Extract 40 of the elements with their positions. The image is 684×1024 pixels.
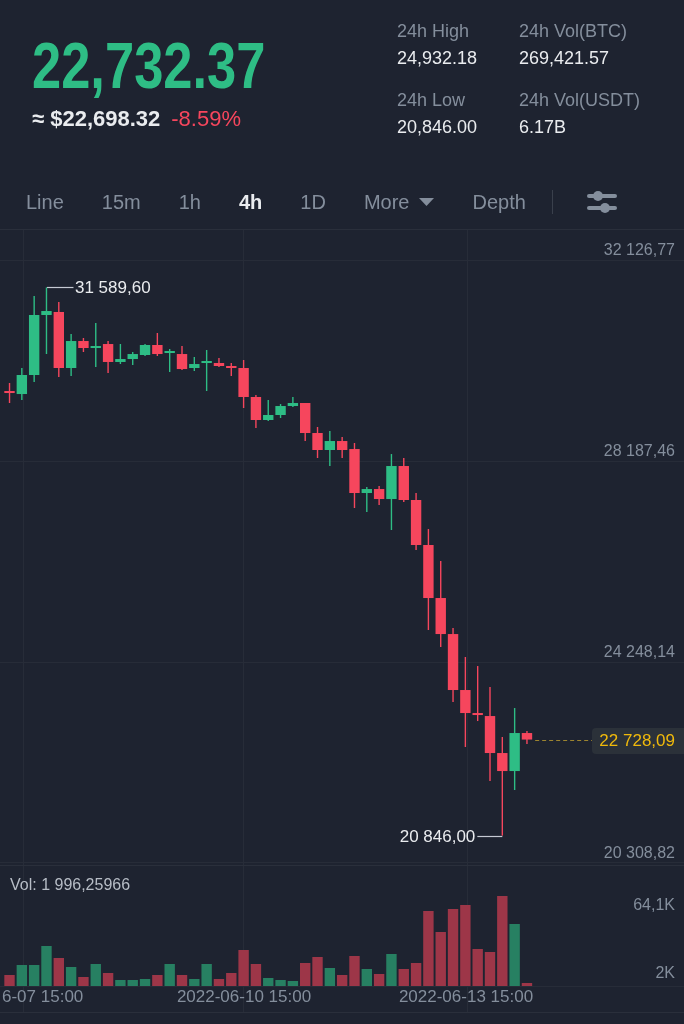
- interval-tab[interactable]: 15m: [101, 188, 141, 215]
- last-price-tag: 22 728,09: [592, 727, 684, 754]
- low-price-label: 20 846,00: [399, 826, 476, 847]
- last-price-line: [534, 739, 593, 742]
- time-axis-label: 2022-06-13 15:00: [398, 987, 534, 1007]
- price-axis-label: 28 187,46: [603, 441, 675, 461]
- more-menu-button[interactable]: More: [363, 188, 435, 215]
- interval-tab[interactable]: Depth: [472, 188, 526, 215]
- interval-tab[interactable]: Line: [26, 188, 64, 215]
- candlestick: [41, 286, 52, 355]
- price-axis-label: 20 308,82: [603, 843, 675, 863]
- price-change: -8.59%: [171, 105, 241, 133]
- sliders-icon[interactable]: [586, 188, 617, 215]
- stat-label: 24h Vol(BTC): [519, 20, 629, 43]
- leader-line: [46, 286, 75, 289]
- interval-tab[interactable]: 4h: [238, 188, 263, 215]
- time-axis-label: 2022-06-10 15:00: [176, 987, 312, 1007]
- volume-axis-label: 64,1K: [633, 895, 675, 915]
- fiat-price: ≈ $22,698.32: [32, 105, 161, 133]
- price-axis-label: 24 248,14: [603, 642, 675, 662]
- candlestick: [312, 426, 323, 459]
- caret-icon: [419, 197, 435, 206]
- time-axis-label: 6-07 15:00: [2, 987, 84, 1007]
- interval-tab[interactable]: 1D: [300, 188, 326, 215]
- stat-label: 24h Vol(USDT): [519, 89, 642, 112]
- last-price: 22,732.37: [32, 34, 266, 98]
- price-axis-label: 32 126,77: [603, 240, 675, 260]
- candlestick: [164, 348, 175, 373]
- stat-value: 269,421.57: [519, 47, 611, 70]
- stat-label: 24h Low: [397, 89, 467, 112]
- stat-value: 20,846.00: [397, 116, 479, 139]
- volume-label: Vol: 1 996,25966: [10, 875, 131, 895]
- volume-bar: [435, 932, 446, 986]
- volume-axis-label: 2K: [655, 963, 675, 983]
- stat-value: 24,932.18: [397, 47, 479, 70]
- stat-label: 24h High: [397, 20, 471, 43]
- high-price-label: 31 589,60: [74, 277, 151, 298]
- stat-value: 6.17B: [519, 116, 568, 139]
- leader-line: [476, 835, 503, 838]
- interval-tab[interactable]: 1h: [178, 188, 201, 215]
